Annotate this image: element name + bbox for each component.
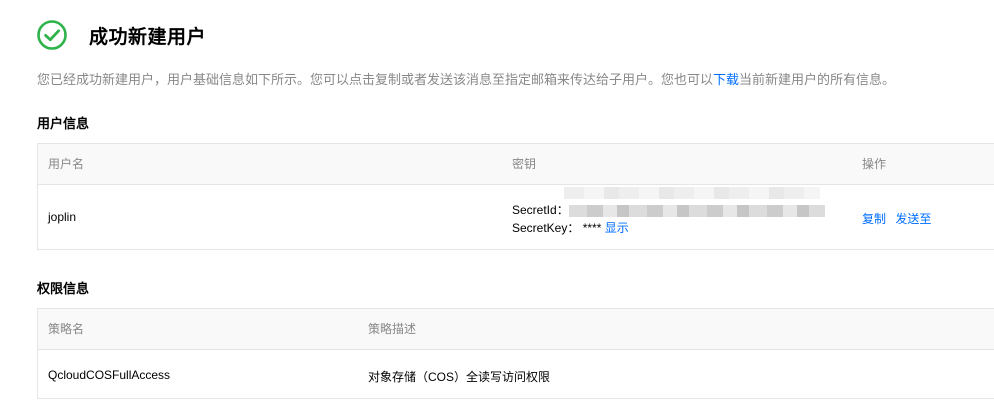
- description-prefix: 您已经成功新建用户，用户基础信息如下所示。您可以点击复制或者发送该消息至指定邮箱…: [37, 72, 714, 87]
- secret-key-line: SecretKey： **** 显示: [512, 219, 629, 236]
- secret-key-label: SecretKey：: [512, 221, 580, 235]
- success-description: 您已经成功新建用户，用户基础信息如下所示。您可以点击复制或者发送该消息至指定邮箱…: [37, 69, 895, 88]
- policy-name-cell: QcloudCOSFullAccess: [48, 368, 171, 382]
- policy-desc-cell: 对象存储（COS）全读写访问权限: [368, 370, 551, 384]
- secret-id-redacted: [568, 204, 825, 217]
- column-header-policy-desc: 策略描述: [368, 322, 417, 336]
- redaction-blur: [564, 187, 820, 199]
- column-header-policy-name: 策略名: [48, 322, 85, 336]
- page-title: 成功新建用户: [89, 26, 207, 48]
- copy-link[interactable]: 复制: [862, 212, 886, 226]
- user-info-title: 用户信息: [37, 116, 90, 131]
- secret-id-label: SecretId：: [512, 203, 569, 217]
- username-cell: joplin: [48, 210, 77, 224]
- secret-id-line: SecretId：: [512, 201, 825, 218]
- page-header: 成功新建用户: [37, 19, 206, 51]
- user-info-table-header: 用户名 密钥 操作: [38, 144, 994, 185]
- actions-cell: 复制 发送至: [862, 210, 931, 227]
- table-row: joplin SecretId： SecretKey： **** 显示 复制 发…: [38, 185, 994, 251]
- permission-info-table: 策略名 策略描述 QcloudCOSFullAccess 对象存储（COS）全读…: [37, 308, 994, 399]
- secret-key-mask: ****: [582, 221, 602, 235]
- download-link[interactable]: 下载: [713, 72, 739, 87]
- description-suffix: 当前新建用户的所有信息。: [739, 72, 896, 87]
- create-user-success-page: 成功新建用户 您已经成功新建用户，用户基础信息如下所示。您可以点击复制或者发送该…: [0, 0, 994, 408]
- permission-info-title: 权限信息: [37, 281, 90, 296]
- user-info-table: 用户名 密钥 操作 joplin SecretId： SecretKey： **…: [37, 143, 994, 250]
- column-header-username: 用户名: [48, 157, 85, 171]
- table-row: QcloudCOSFullAccess 对象存储（COS）全读写访问权限: [38, 350, 994, 400]
- permission-table-header: 策略名 策略描述: [38, 309, 994, 350]
- send-to-link[interactable]: 发送至: [895, 212, 931, 226]
- column-header-key: 密钥: [512, 157, 537, 171]
- column-header-actions: 操作: [862, 157, 887, 171]
- check-circle-icon: [37, 20, 67, 50]
- show-secret-link[interactable]: 显示: [605, 221, 629, 235]
